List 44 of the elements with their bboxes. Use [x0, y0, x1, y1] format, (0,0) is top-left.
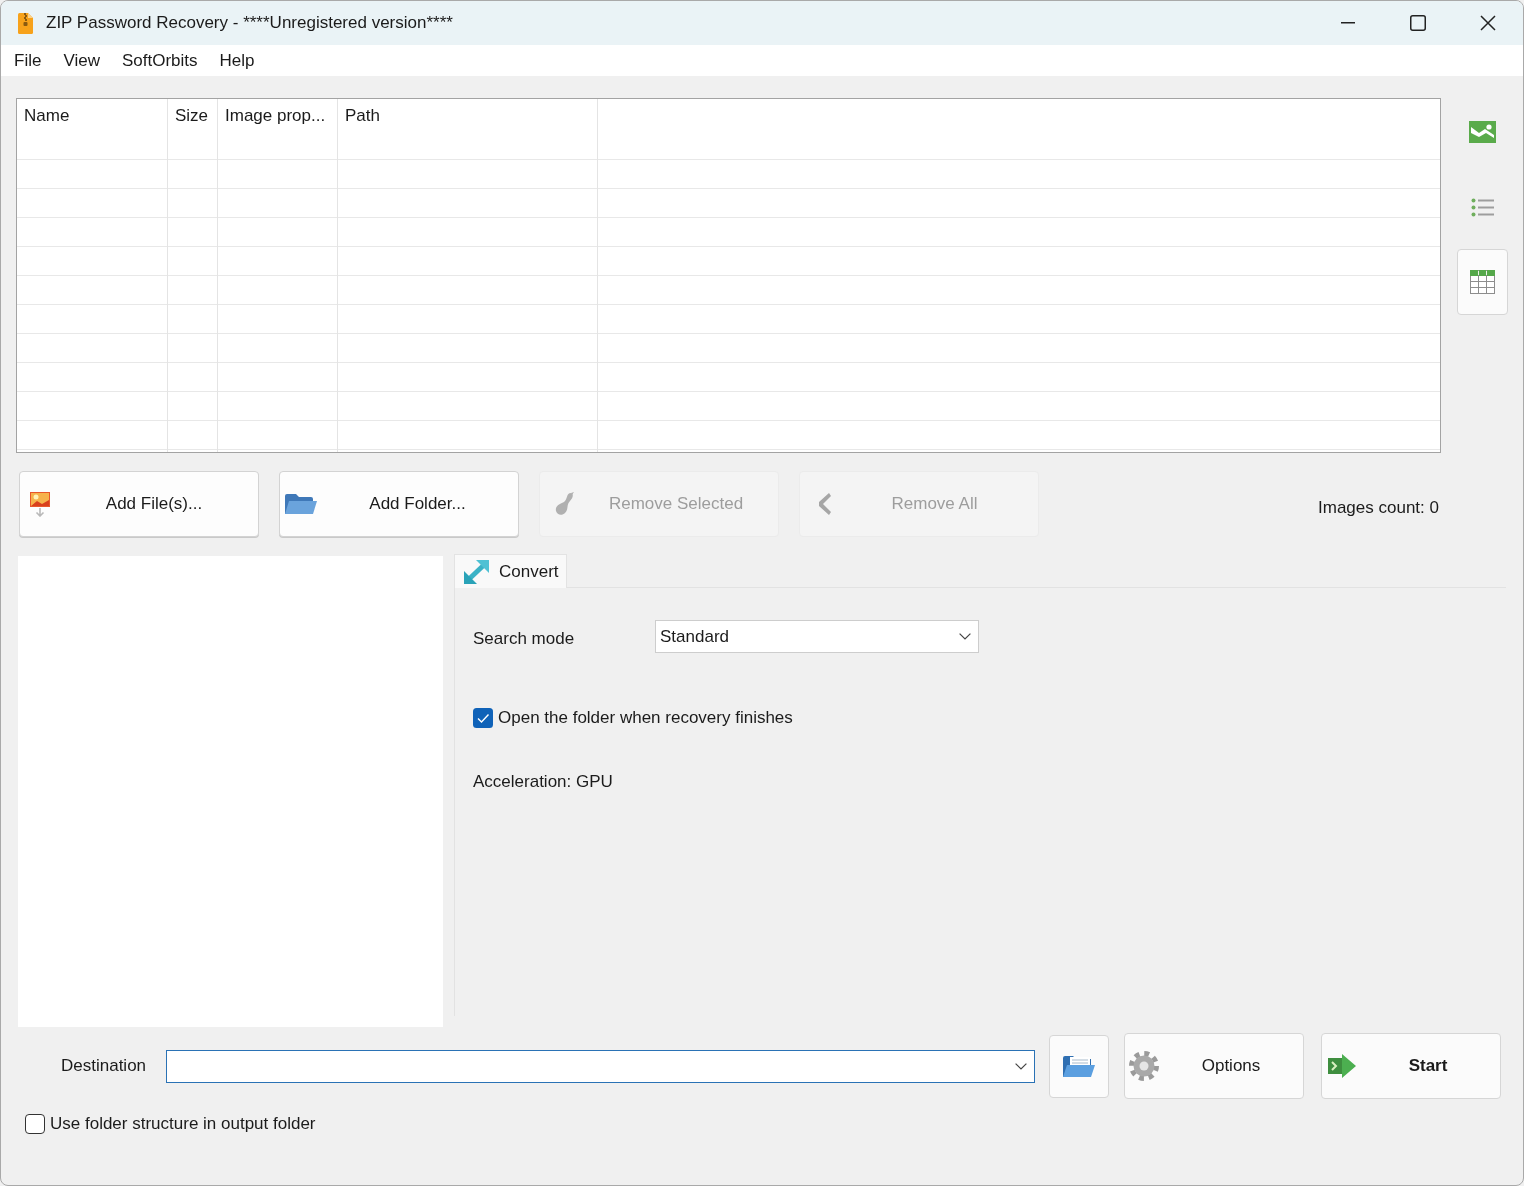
checkbox-label: Use folder structure in output folder	[50, 1113, 316, 1135]
picture-arrow-icon	[30, 491, 50, 517]
browse-button[interactable]	[1049, 1034, 1109, 1098]
minimize-icon	[1341, 22, 1355, 24]
gear-icon	[1129, 1051, 1159, 1081]
checkbox-label: Open the folder when recovery finishes	[498, 707, 793, 729]
menu-item[interactable]: File	[3, 49, 53, 72]
table-view-button[interactable]	[1457, 249, 1508, 315]
tab[interactable]: Convert	[454, 554, 567, 588]
chevron-icon	[1015, 1062, 1027, 1070]
grid-icon	[1470, 270, 1495, 294]
add-files-button[interactable]: Add File(s)...	[19, 471, 259, 537]
acceleration-label: Acceleration: GPU	[473, 771, 613, 791]
destination-field[interactable]	[166, 1049, 1035, 1083]
diagonal-arrows-icon	[464, 559, 489, 584]
checkbox[interactable]	[473, 707, 493, 728]
menu-item[interactable]: Help	[208, 49, 266, 72]
maximize-icon	[1410, 15, 1426, 31]
swoosh-icon	[554, 492, 574, 516]
search-mode-dropdown[interactable]: Standard	[655, 620, 979, 653]
zip-file-icon	[18, 12, 33, 34]
search-mode-label: Search mode	[473, 627, 576, 650]
folder-icon	[285, 494, 317, 514]
picture-icon	[1469, 121, 1496, 143]
list-icon	[1471, 197, 1494, 217]
options-button[interactable]: Options	[1124, 1033, 1304, 1099]
destination-label: Destination	[61, 1055, 148, 1078]
arrow-icon	[1328, 1054, 1356, 1078]
chevron-left-icon	[817, 493, 831, 515]
file-list[interactable]: Name Size Image prop... Path	[16, 98, 1441, 453]
add-folder-button[interactable]: Add Folder...	[279, 471, 519, 537]
column-header[interactable]: Size	[168, 99, 209, 131]
chevron-icon	[959, 633, 971, 640]
menu-item[interactable]: View	[52, 49, 111, 72]
column-header[interactable]: Image prop...	[218, 99, 326, 131]
images-count: Images count: 0	[1318, 497, 1439, 520]
menu-item[interactable]: SoftOrbits	[110, 49, 209, 72]
column-header[interactable]: Name	[17, 99, 70, 131]
column-header[interactable]: Path	[338, 99, 380, 131]
checkbox[interactable]	[25, 1113, 45, 1134]
window-title: ZIP Password Recovery - ****Unregistered version****	[46, 12, 453, 35]
start-button[interactable]: Start	[1321, 1033, 1501, 1099]
close-icon	[1480, 15, 1496, 31]
folder-icon	[1063, 1055, 1095, 1077]
